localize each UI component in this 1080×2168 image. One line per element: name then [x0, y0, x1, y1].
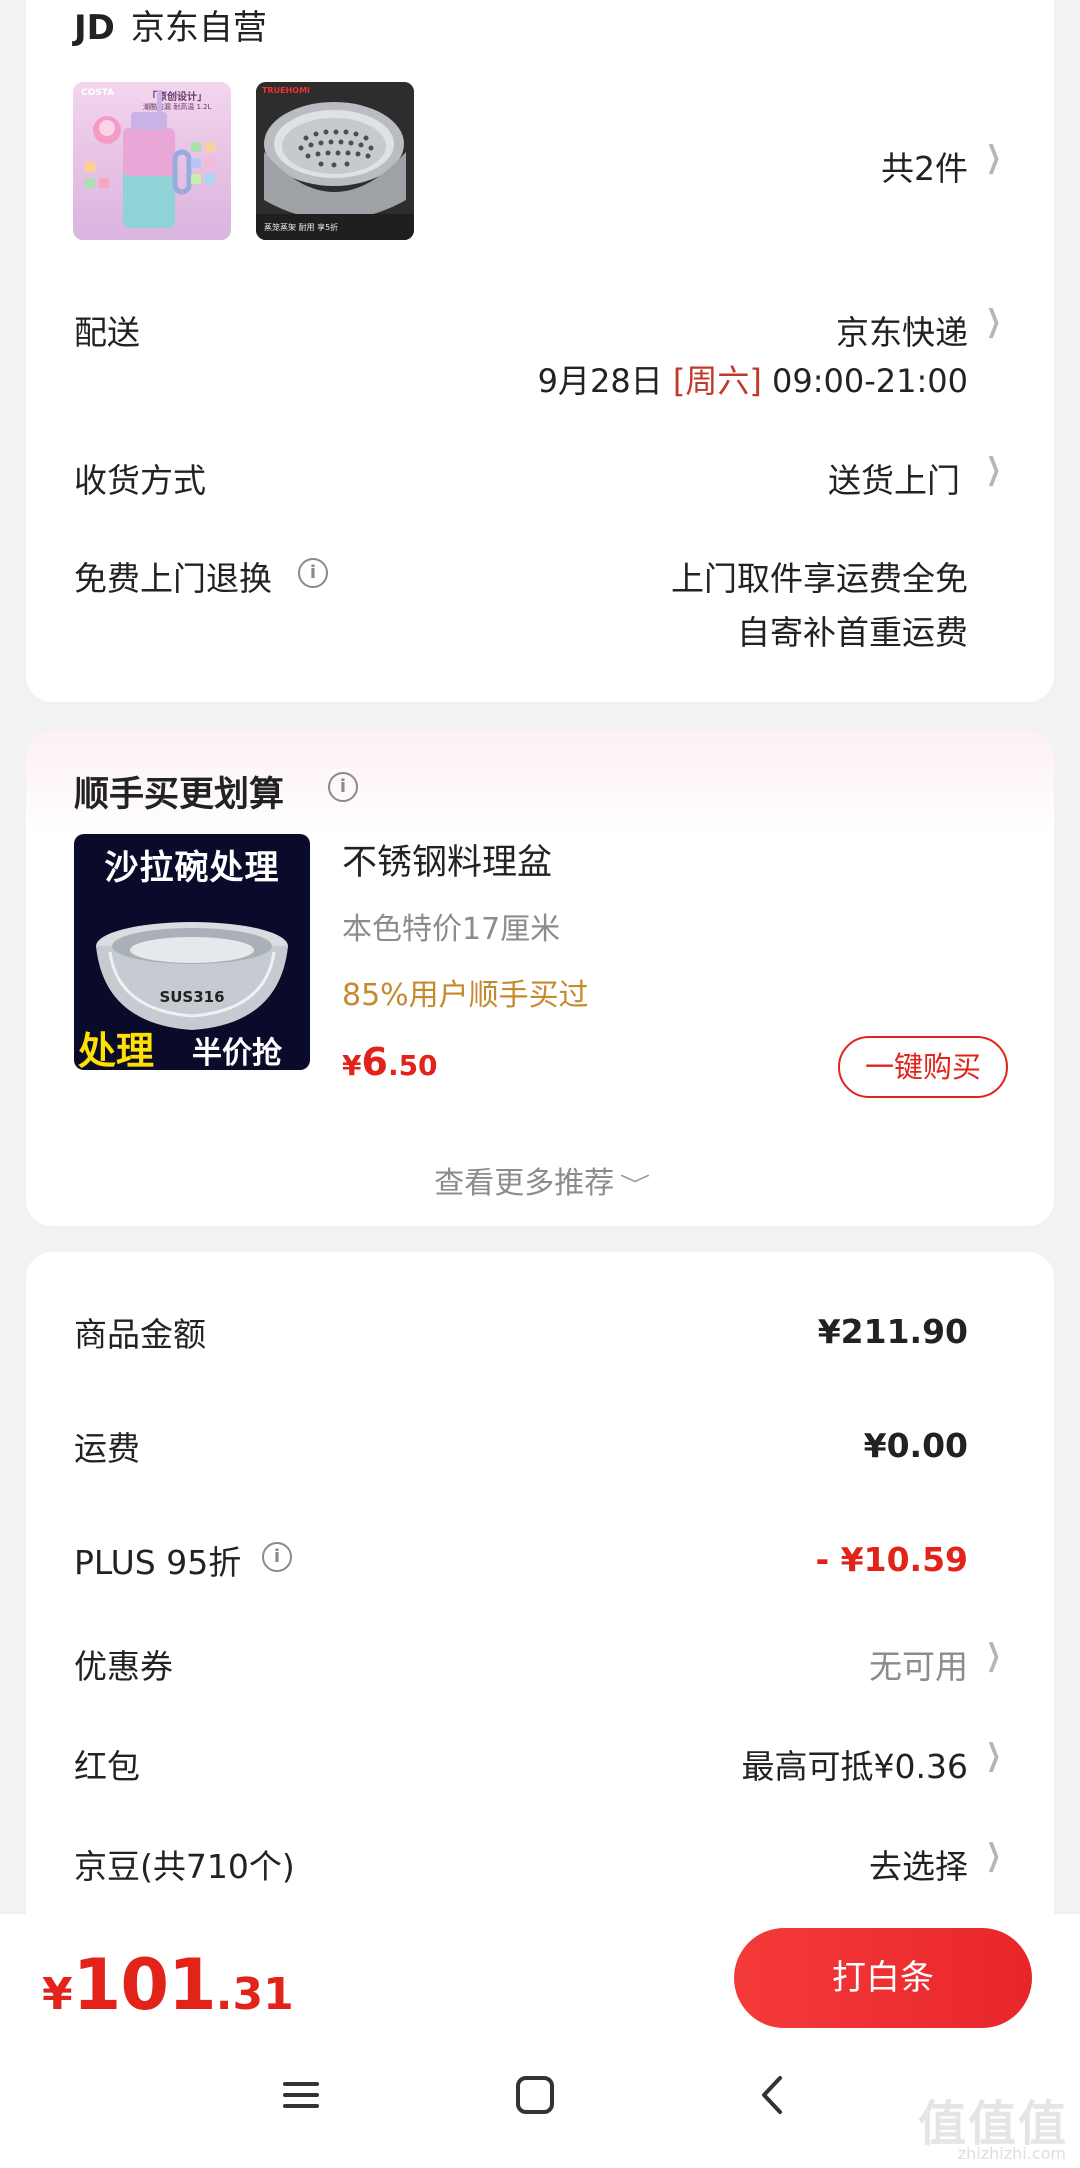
price-summary-card: 商品金额 ¥211.90 运费 ¥0.00 PLUS 95折 i - ¥10.5… — [26, 1252, 1054, 1952]
menu-icon — [283, 2082, 319, 2108]
bundle-recommend-card: 顺手买更划算 i 沙拉碗处理 SUS316 处理 半价抢 不锈钢料理盆 本色特价… — [26, 730, 1054, 1226]
home-square-icon — [516, 2076, 554, 2114]
shop-header: JD 京东自营 — [74, 0, 267, 49]
red-packet-value[interactable]: 最高可抵¥0.36 — [742, 1740, 968, 1788]
info-icon[interactable]: i — [262, 1542, 292, 1572]
delivery-date: 9月28日 — [537, 362, 663, 400]
goods-amount-label: 商品金额 — [74, 1315, 206, 1354]
back-nav-icon[interactable] — [752, 2074, 794, 2120]
steamer-illustration — [256, 82, 414, 240]
delivery-label: 配送 — [74, 313, 140, 352]
plus-discount-label: PLUS 95折 — [74, 1543, 242, 1582]
delivery-slot: 09:00-21:00 — [772, 362, 968, 400]
order-shop-card: JD 京东自营 COSTA 「原创设计」 潮酷防漏 耐高温 1.2L TRUEH… — [26, 0, 1054, 702]
price-integer: 6 — [361, 1040, 388, 1084]
one-click-buy-button[interactable]: 一键购买 — [838, 1036, 1008, 1098]
more-recommendations-label: 查看更多推荐 — [434, 1166, 615, 1201]
receive-method-value[interactable]: 送货上门 — [828, 454, 960, 502]
menu-nav-icon[interactable] — [280, 2074, 322, 2120]
free-return-label: 免费上门退换 — [74, 559, 272, 598]
info-icon[interactable]: i — [298, 558, 328, 588]
price-currency: ¥ — [342, 1049, 362, 1082]
delivery-time[interactable]: 9月28日 [周六] 09:00-21:00 — [538, 356, 968, 402]
bundle-product-spec: 本色特价17厘米 — [342, 912, 561, 947]
info-icon[interactable]: i — [328, 772, 358, 802]
more-recommendations-link[interactable]: 查看更多推荐 ﹀ — [26, 1158, 1054, 1202]
pay-with-baitiao-button[interactable]: 打白条 — [734, 1928, 1032, 2028]
image-text-bottom-left: 处理 — [78, 1029, 155, 1070]
total-price: ¥101.31 — [42, 1944, 294, 2026]
free-return-line2: 自寄补首重运费 — [737, 613, 968, 652]
shipping-label: 运费 — [74, 1429, 140, 1468]
total-decimal: .31 — [215, 1969, 294, 2020]
items-count[interactable]: 共2件 — [881, 142, 968, 190]
cup-illustration — [85, 90, 215, 228]
coupon-value[interactable]: 无可用 — [869, 1640, 968, 1688]
jd-beans-label: 京豆(共710个) — [74, 1847, 295, 1886]
chevron-right-icon[interactable]: ❯ — [986, 304, 1001, 339]
total-integer: 101 — [72, 1944, 217, 2026]
plus-discount-value: - ¥10.59 — [815, 1540, 968, 1579]
product-thumbnail-cup[interactable]: COSTA 「原创设计」 潮酷防漏 耐高温 1.2L — [73, 82, 231, 240]
red-packet-label: 红包 — [74, 1747, 140, 1786]
jd-logo: JD — [74, 8, 115, 48]
home-nav-icon[interactable] — [514, 2074, 556, 2120]
jd-beans-value[interactable]: 去选择 — [869, 1840, 968, 1888]
watermark-url: zhizhizhi.com — [957, 2144, 1066, 2163]
image-text-bottom-right: 半价抢 — [192, 1036, 282, 1070]
goods-amount-value: ¥211.90 — [817, 1312, 968, 1351]
free-return-line1: 上门取件享运费全免 — [671, 559, 968, 598]
shipping-value: ¥0.00 — [863, 1426, 968, 1465]
bundle-section-title: 顺手买更划算 — [74, 775, 285, 815]
back-arrow-icon — [762, 2076, 782, 2114]
chevron-right-icon[interactable]: ❯ — [986, 1838, 1001, 1873]
delivery-carrier[interactable]: 京东快递 — [836, 306, 968, 354]
checkout-bar: ¥101.31 打白条 值值值 zhizhizhi.com — [0, 1914, 1080, 2168]
product-thumbnail-steamer[interactable]: TRUEHOMI 蒸笼蒸架 耐用 享5折 — [256, 82, 414, 240]
chevron-right-icon[interactable]: ❯ — [986, 140, 1001, 175]
delivery-weekday: [周六] — [672, 362, 762, 400]
bundle-product-price: ¥6.50 — [342, 1040, 438, 1084]
bundle-product-name[interactable]: 不锈钢料理盆 — [342, 834, 552, 885]
chevron-right-icon[interactable]: ❯ — [986, 1638, 1001, 1673]
product-note-steamer: 蒸笼蒸架 耐用 享5折 — [264, 223, 339, 232]
bundle-product-image[interactable]: 沙拉碗处理 SUS316 处理 半价抢 — [74, 834, 310, 1070]
page: JD 京东自营 COSTA 「原创设计」 潮酷防漏 耐高温 1.2L TRUEH… — [0, 0, 1080, 2168]
shop-name: 京东自营 — [130, 8, 267, 48]
product-brand-truehomi: TRUEHOMI — [262, 86, 311, 95]
price-decimal: .50 — [387, 1049, 438, 1082]
receive-method-label: 收货方式 — [74, 461, 206, 500]
chevron-right-icon[interactable]: ❯ — [986, 1738, 1001, 1773]
total-currency: ¥ — [42, 1969, 73, 2020]
chevron-right-icon[interactable]: ❯ — [986, 452, 1001, 487]
chevron-down-icon: ﹀ — [619, 1174, 651, 1199]
bundle-product-stat: 85%用户顺手买过 — [342, 978, 589, 1013]
image-text-model: SUS316 — [159, 988, 225, 1006]
coupon-label: 优惠券 — [74, 1647, 173, 1686]
